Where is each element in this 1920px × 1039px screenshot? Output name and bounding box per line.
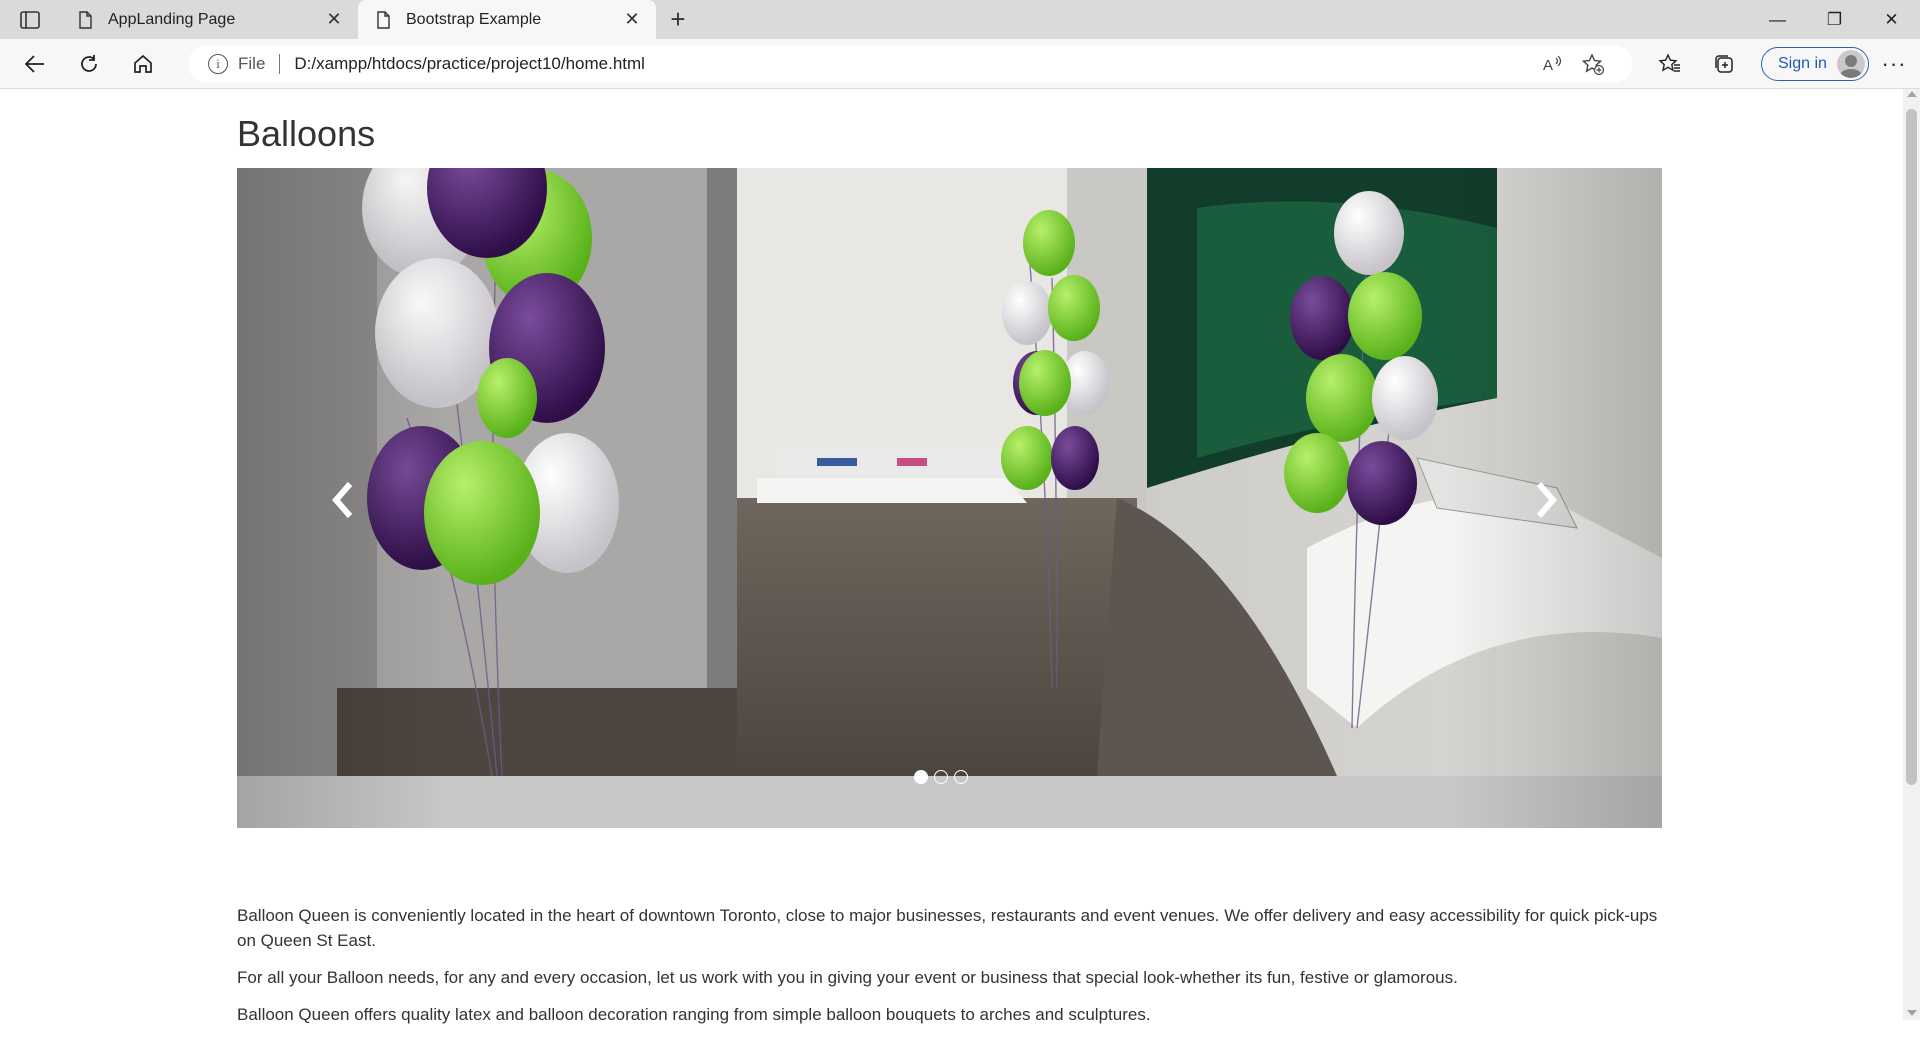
paragraph-location: Balloon Queen is conveniently located in… (237, 906, 1658, 950)
chevron-right-icon (1536, 482, 1557, 518)
carousel-indicators (237, 770, 1662, 784)
add-favorite-icon[interactable] (1573, 49, 1613, 79)
tab-title: Bootstrap Example (406, 10, 542, 28)
page-icon (377, 10, 390, 29)
back-button[interactable] (8, 44, 62, 84)
tab-applanding[interactable]: AppLanding Page ✕ (60, 0, 358, 39)
tab-strip: AppLanding Page ✕ Bootstrap Example ✕ + … (0, 0, 1920, 39)
image-carousel (237, 168, 1662, 828)
url-text[interactable]: D:/xampp/htdocs/practice/project10/home.… (294, 54, 1533, 74)
tab-bootstrap-example[interactable]: Bootstrap Example ✕ (358, 0, 656, 39)
scroll-down-icon[interactable] (1907, 1010, 1917, 1016)
sign-in-button[interactable]: Sign in (1761, 46, 1869, 81)
info-icon[interactable]: i (208, 53, 228, 74)
carousel-prev-button[interactable] (313, 470, 373, 530)
scheme-label: File (238, 53, 266, 73)
browser-toolbar: i File D:/xampp/htdocs/practice/project1… (0, 39, 1920, 89)
page-viewport: Balloons Balloon Queen is conveniently l… (0, 89, 1920, 1024)
page-content: Balloon Queen is conveniently located in… (237, 903, 1662, 1027)
address-divider (279, 53, 281, 74)
minimize-icon[interactable]: — (1749, 0, 1806, 39)
page-container: Balloons Balloon Queen is conveniently l… (237, 89, 1663, 1039)
carousel-next-button[interactable] (1516, 470, 1576, 530)
collections-button[interactable] (1697, 44, 1751, 84)
avatar-icon (1837, 49, 1865, 78)
close-window-icon[interactable]: ✕ (1863, 0, 1920, 39)
refresh-button[interactable] (62, 44, 116, 84)
close-tab-icon[interactable]: ✕ (324, 9, 344, 30)
favorites-icon (1658, 52, 1680, 72)
page-heading: Balloons (237, 113, 376, 154)
scrollbar-thumb[interactable] (1906, 109, 1917, 785)
refresh-icon (81, 54, 97, 72)
page-icon (79, 10, 92, 29)
tab-actions-icon (20, 10, 40, 29)
tab-title: AppLanding Page (108, 10, 236, 28)
chevron-left-icon (332, 482, 353, 518)
sign-in-label: Sign in (1778, 54, 1827, 72)
vertical-scrollbar[interactable] (1903, 89, 1920, 1020)
restore-icon[interactable]: ❐ (1806, 0, 1863, 39)
favorites-button[interactable] (1643, 44, 1697, 84)
svg-text:A: A (1543, 57, 1553, 74)
paragraph-occasions: For all your Balloon needs, for any and … (237, 968, 1458, 987)
home-icon (134, 54, 152, 73)
window-controls: — ❐ ✕ (1749, 0, 1920, 39)
scroll-up-icon[interactable] (1907, 91, 1917, 97)
address-bar[interactable]: i File D:/xampp/htdocs/practice/project1… (188, 44, 1633, 83)
new-tab-button[interactable]: + (656, 0, 700, 39)
collections-icon (1715, 54, 1733, 73)
read-aloud-icon[interactable]: A (1533, 49, 1573, 79)
more-options-icon[interactable]: ··· (1869, 44, 1919, 84)
carousel-indicator-1[interactable] (913, 770, 928, 784)
home-button[interactable] (116, 44, 170, 84)
paragraph-offerings: Balloon Queen offers quality latex and b… (237, 1005, 1151, 1024)
carousel-indicator-2[interactable] (933, 770, 948, 784)
tab-actions-button[interactable] (0, 0, 60, 39)
carousel-indicator-3[interactable] (953, 770, 968, 784)
close-tab-icon[interactable]: ✕ (622, 9, 642, 30)
back-arrow-icon (24, 54, 44, 73)
